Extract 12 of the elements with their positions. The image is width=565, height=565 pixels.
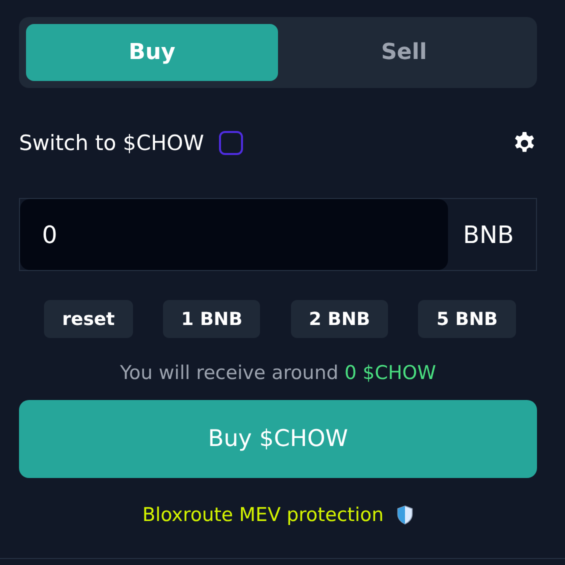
preset-button[interactable]: 5 BNB: [418, 300, 516, 338]
amount-field[interactable]: 0: [20, 199, 448, 270]
checkbox[interactable]: [218, 131, 243, 155]
shield-icon: [396, 505, 414, 525]
preset-button[interactable]: 2 BNB: [290, 300, 388, 338]
currency-label: BNB: [463, 220, 514, 248]
preset-button[interactable]: 1 BNB: [163, 300, 260, 338]
switch-label: Switch to $CHOW: [19, 131, 204, 155]
receive-estimate: You will receive around 0 $CHOW: [118, 362, 438, 384]
tab[interactable]: Sell: [278, 24, 530, 81]
preset-button[interactable]: reset: [44, 300, 133, 338]
protection-note: Bloxroute MEV protection: [142, 504, 384, 526]
